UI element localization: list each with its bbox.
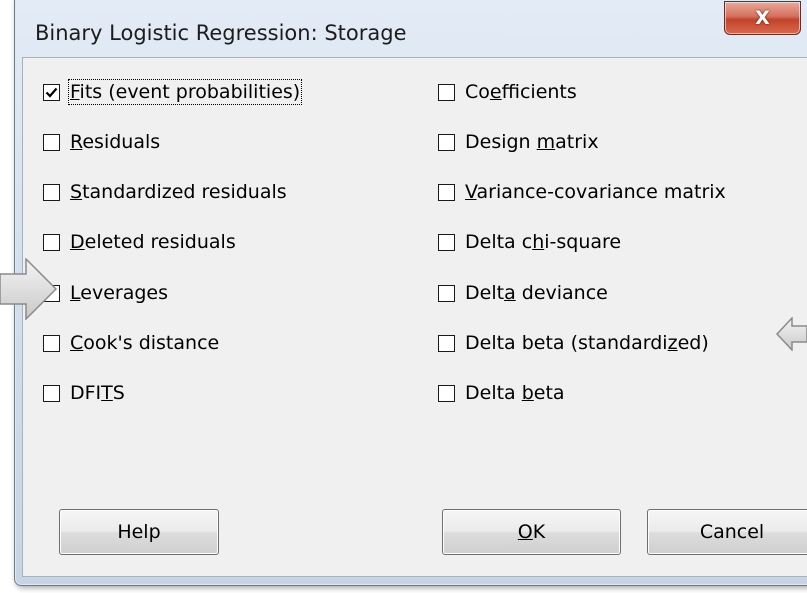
checkbox-delta-beta-standardized[interactable]: Delta beta (standardized) — [438, 328, 709, 358]
delta-beta-label: Delta beta — [465, 382, 565, 404]
help-button[interactable]: Help — [59, 509, 219, 555]
design-matrix-label: Design matrix — [465, 131, 599, 153]
dialog-title: Binary Logistic Regression: Storage — [35, 21, 407, 45]
storage-dialog: Binary Logistic Regression: Storage X Fi… — [14, 0, 807, 586]
ok-button[interactable]: OK — [442, 509, 621, 555]
variance-covariance-matrix-checkbox-box[interactable] — [438, 183, 455, 201]
delta-chi-square-checkbox-box[interactable] — [438, 233, 455, 251]
delta-beta-standardized-checkbox-box[interactable] — [438, 334, 455, 352]
dfits-checkbox-box[interactable] — [43, 384, 60, 402]
checkbox-delta-beta[interactable]: Delta beta — [438, 378, 565, 408]
callout-arrow-left-icon — [776, 317, 807, 351]
checkbox-cooks-distance[interactable]: Cook's distance — [43, 328, 219, 358]
dialog-client-area: Fits (event probabilities) Residuals Sta… — [22, 57, 807, 577]
checkmark-icon — [45, 87, 58, 98]
residuals-label: Residuals — [70, 131, 161, 153]
checkbox-coefficients[interactable]: Coefficients — [438, 77, 577, 107]
delta-deviance-label: Delta deviance — [465, 282, 608, 304]
help-button-label: Help — [117, 521, 161, 543]
checkbox-design-matrix[interactable]: Design matrix — [438, 127, 599, 157]
fits-label: Fits (event probabilities) — [67, 79, 303, 105]
checkbox-deleted-residuals[interactable]: Deleted residuals — [43, 227, 236, 257]
delta-chi-square-label: Delta chi-square — [465, 231, 622, 253]
cancel-button[interactable]: Cancel — [647, 509, 807, 555]
close-button[interactable]: X — [724, 1, 801, 35]
standardized-residuals-label: Standardized residuals — [70, 181, 287, 203]
checkbox-residuals[interactable]: Residuals — [43, 127, 160, 157]
variance-covariance-matrix-label: Variance-covariance matrix — [465, 181, 726, 203]
callout-arrow-right-icon — [0, 258, 58, 320]
cooks-distance-label: Cook's distance — [70, 332, 220, 354]
fits-checkbox-box[interactable] — [43, 83, 60, 101]
deleted-residuals-label: Deleted residuals — [70, 231, 236, 253]
coefficients-label: Coefficients — [465, 81, 577, 103]
delta-beta-standardized-label: Delta beta (standardized) — [465, 332, 709, 354]
checkbox-standardized-residuals[interactable]: Standardized residuals — [43, 177, 287, 207]
checkbox-leverages[interactable]: Leverages — [43, 278, 168, 308]
checkbox-fits[interactable]: Fits (event probabilities) — [43, 77, 303, 107]
residuals-checkbox-box[interactable] — [43, 133, 60, 151]
leverages-label: Leverages — [70, 282, 168, 304]
ok-button-label: OK — [517, 521, 546, 543]
delta-deviance-checkbox-box[interactable] — [438, 284, 455, 302]
delta-beta-checkbox-box[interactable] — [438, 384, 455, 402]
checkbox-variance-covariance-matrix[interactable]: Variance-covariance matrix — [438, 177, 726, 207]
cancel-button-label: Cancel — [699, 521, 765, 543]
close-icon: X — [755, 7, 770, 29]
cooks-distance-checkbox-box[interactable] — [43, 334, 60, 352]
design-matrix-checkbox-box[interactable] — [438, 133, 455, 151]
checkbox-dfits[interactable]: DFITS — [43, 378, 125, 408]
standardized-residuals-checkbox-box[interactable] — [43, 183, 60, 201]
checkbox-delta-chi-square[interactable]: Delta chi-square — [438, 227, 621, 257]
dfits-label: DFITS — [70, 382, 125, 404]
deleted-residuals-checkbox-box[interactable] — [43, 233, 60, 251]
coefficients-checkbox-box[interactable] — [438, 83, 455, 101]
checkbox-delta-deviance[interactable]: Delta deviance — [438, 278, 608, 308]
